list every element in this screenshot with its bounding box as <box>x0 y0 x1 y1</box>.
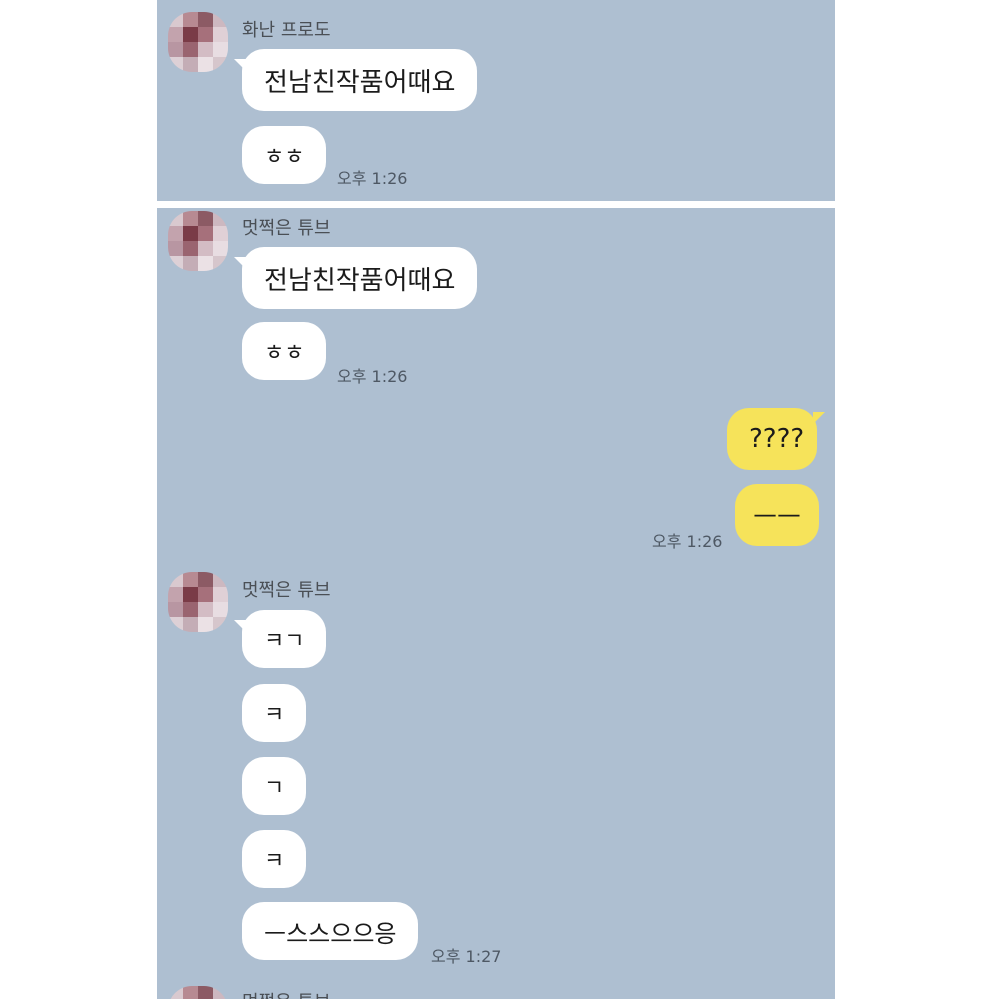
message-bubble[interactable]: 전남친작품어때요 <box>233 247 478 309</box>
my-message-bubble[interactable]: ???? <box>727 408 825 470</box>
message-time: 오후 1:26 <box>337 367 408 386</box>
message-bubble[interactable]: ㅎㅎ <box>242 126 327 184</box>
my-message-time: 오후 1:26 <box>652 532 723 551</box>
chat-screen-1: 화난 프로도 전남친작품어때요 ㅎㅎ 오후 1:26 <box>157 0 835 201</box>
sender-name: 멋쩍은 튜브 <box>242 580 331 601</box>
sender-name: 멋쩍은 튜브 <box>242 988 331 999</box>
sender-name: 멋쩍은 튜브 <box>242 218 331 239</box>
message-bubble[interactable]: ㄱ <box>242 757 307 815</box>
message-bubble[interactable]: ㅋ <box>242 830 307 888</box>
message-bubble[interactable]: ㅎㅎ <box>242 322 327 380</box>
profile-avatar-icon[interactable] <box>168 986 228 999</box>
message-time: 오후 1:26 <box>337 169 408 188</box>
message-bubble[interactable]: ㅡ스스으으응 <box>242 902 419 960</box>
profile-avatar-icon[interactable] <box>168 572 228 632</box>
profile-avatar-icon[interactable] <box>168 12 228 72</box>
chat-screen-2: 멋쩍은 튜브 전남친작품어때요 ㅎㅎ 오후 1:26 ???? ㅡㅡ 오후 1:… <box>157 208 835 999</box>
sender-name: 화난 프로도 <box>242 20 331 41</box>
message-bubble[interactable]: ㅋㄱ <box>233 610 327 668</box>
message-time: 오후 1:27 <box>431 947 502 966</box>
profile-avatar-icon[interactable] <box>168 211 228 271</box>
message-bubble[interactable]: 전남친작품어때요 <box>233 49 478 111</box>
message-bubble[interactable]: ㅋ <box>242 684 307 742</box>
my-message-bubble[interactable]: ㅡㅡ <box>735 484 819 546</box>
